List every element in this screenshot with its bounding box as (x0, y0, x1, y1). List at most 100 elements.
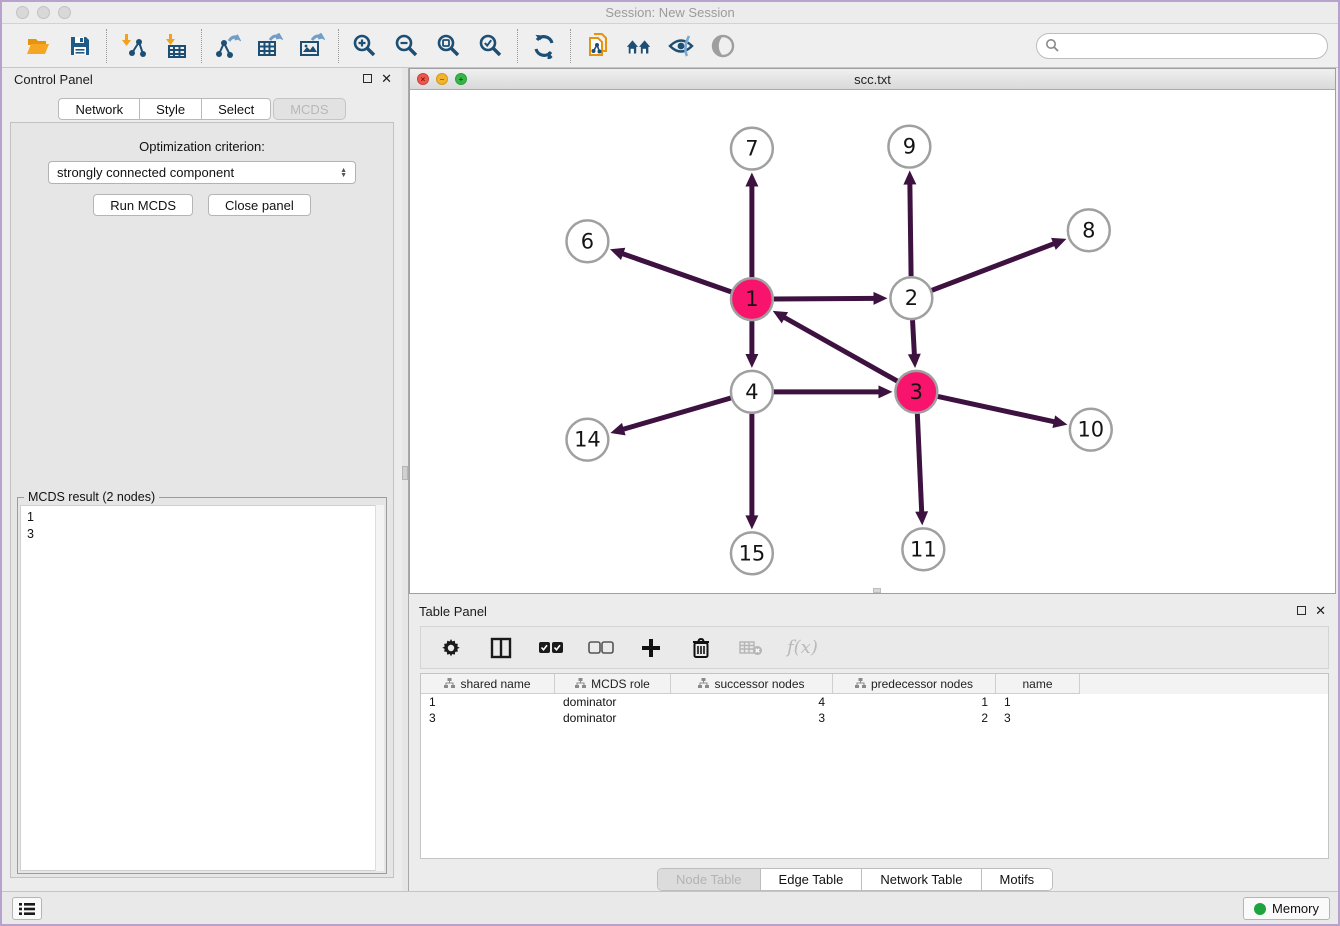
graph-edge-arrow-1-7 (745, 173, 758, 187)
first-neighbors-icon[interactable] (625, 32, 653, 60)
graph-edge-2-3[interactable] (913, 320, 915, 356)
cell-successor-nodes[interactable]: 4 (671, 694, 833, 710)
run-mcds-button[interactable]: Run MCDS (93, 194, 193, 216)
float-table-panel-icon[interactable] (1297, 606, 1306, 615)
hide-graphics-details-icon[interactable] (667, 32, 695, 60)
tab-node-table[interactable]: Node Table (658, 869, 760, 890)
graph-edge-3-10[interactable] (938, 396, 1056, 422)
column-header-label: shared name (460, 677, 530, 691)
graph-edge-4-14[interactable] (622, 398, 731, 430)
cell-predecessor-nodes[interactable]: 2 (833, 710, 996, 726)
graph-node-label-6: 6 (581, 229, 594, 253)
cell-successor-nodes[interactable]: 3 (671, 710, 833, 726)
birds-eye-view-icon[interactable] (709, 32, 737, 60)
export-table-icon[interactable] (256, 32, 284, 60)
mcds-tab-content: Optimization criterion: strongly connect… (10, 122, 394, 878)
close-table-panel-icon[interactable]: ✕ (1315, 606, 1326, 615)
search-input[interactable] (1036, 33, 1328, 59)
graph-edge-1-6[interactable] (621, 253, 731, 292)
zoom-fit-icon[interactable] (435, 32, 463, 60)
column-header-predecessor-nodes[interactable]: predecessor nodes (833, 674, 996, 694)
column-type-icon (575, 678, 586, 689)
graph-edge-2-9[interactable] (910, 183, 911, 277)
network-view-window: × − + scc.txt 7968124314101511 (409, 68, 1336, 594)
column-header-shared-name[interactable]: shared name (421, 674, 555, 694)
zoom-out-icon[interactable] (393, 32, 421, 60)
node-table: shared name MCDS rolesuccessor nodesprede… (420, 673, 1329, 859)
tab-mcds[interactable]: MCDS (273, 98, 345, 120)
column-type-icon (444, 678, 455, 689)
graph-edge-arrow-1-2 (873, 292, 887, 305)
import-network-icon[interactable] (119, 32, 147, 60)
tab-style[interactable]: Style (140, 98, 202, 120)
application-window: Session: New Session (0, 0, 1340, 926)
network-window-titlebar[interactable]: × − + scc.txt (410, 69, 1335, 90)
graph-edge-3-11[interactable] (917, 414, 921, 514)
tab-network-table[interactable]: Network Table (861, 869, 980, 890)
cell-MCDS-role[interactable]: dominator (555, 694, 671, 710)
unselect-all-columns-icon[interactable] (587, 634, 615, 662)
graph-edge-arrow-3-10 (1052, 415, 1067, 428)
close-panel-icon[interactable]: ✕ (381, 74, 392, 83)
column-header-MCDS-role[interactable]: MCDS role (555, 674, 671, 694)
create-column-plus-icon[interactable] (637, 634, 665, 662)
table-header-row: shared name MCDS rolesuccessor nodesprede… (421, 674, 1328, 694)
select-all-columns-icon[interactable] (537, 634, 565, 662)
dropdown-stepper-icon: ▲▼ (340, 168, 347, 178)
memory-status-dot (1254, 903, 1266, 915)
control-panel-title: Control Panel (14, 72, 93, 87)
cell-shared-name[interactable]: 1 (421, 694, 555, 710)
graph-edge-2-8[interactable] (932, 243, 1055, 290)
cell-name[interactable]: 3 (996, 710, 1080, 726)
tab-edge-table[interactable]: Edge Table (760, 869, 862, 890)
graph-node-label-10: 10 (1077, 418, 1104, 442)
export-network-icon[interactable] (214, 32, 242, 60)
zoom-in-icon[interactable] (351, 32, 379, 60)
table-row-1[interactable]: 1dominator411 (421, 694, 1328, 710)
cell-predecessor-nodes[interactable]: 1 (833, 694, 996, 710)
panel-divider[interactable] (402, 68, 409, 891)
save-session-icon[interactable] (66, 32, 94, 60)
tab-select[interactable]: Select (202, 98, 271, 120)
table-row-2[interactable]: 3dominator323 (421, 710, 1328, 726)
tab-motifs[interactable]: Motifs (981, 869, 1053, 890)
graph-node-label-7: 7 (745, 137, 758, 161)
cell-MCDS-role[interactable]: dominator (555, 710, 671, 726)
export-image-icon[interactable] (298, 32, 326, 60)
column-header-successor-nodes[interactable]: successor nodes (671, 674, 833, 694)
titlebar: Session: New Session (2, 2, 1338, 24)
apply-layout-icon[interactable] (530, 32, 558, 60)
duplicate-network-icon[interactable] (583, 32, 611, 60)
float-panel-icon[interactable] (363, 74, 372, 83)
table-toolbar: f(x) (420, 626, 1329, 669)
graph-edge-arrow-2-3 (908, 354, 921, 368)
function-builder-icon[interactable]: f(x) (787, 637, 818, 658)
delete-column-trash-icon[interactable] (687, 634, 715, 662)
optimization-criterion-select[interactable]: strongly connected component ▲▼ (48, 161, 356, 184)
result-scrollbar[interactable] (375, 505, 384, 871)
graph-node-label-4: 4 (745, 380, 758, 404)
memory-button[interactable]: Memory (1243, 897, 1330, 920)
delete-table-icon[interactable] (737, 634, 765, 662)
mcds-result-textarea[interactable]: 1 3 (20, 505, 384, 871)
task-history-button[interactable] (12, 897, 42, 920)
open-file-icon[interactable] (24, 32, 52, 60)
network-canvas[interactable]: 7968124314101511 (410, 90, 1335, 593)
graph-edge-arrow-2-9 (903, 171, 916, 185)
table-settings-gear-icon[interactable] (437, 634, 465, 662)
column-type-icon (855, 678, 866, 689)
memory-button-label: Memory (1272, 901, 1319, 916)
canvas-resize-grip[interactable] (873, 588, 881, 593)
close-panel-button[interactable]: Close panel (208, 194, 311, 216)
zoom-selected-icon[interactable] (477, 32, 505, 60)
graph-edge-1-2[interactable] (774, 298, 876, 299)
split-column-view-icon[interactable] (487, 634, 515, 662)
graph-edge-3-1[interactable] (783, 317, 897, 381)
import-table-icon[interactable] (161, 32, 189, 60)
cell-name[interactable]: 1 (996, 694, 1080, 710)
column-header-name[interactable]: name (996, 674, 1080, 694)
cell-shared-name[interactable]: 3 (421, 710, 555, 726)
divider-grip[interactable] (402, 466, 408, 480)
table-panel: Table Panel ✕ (409, 598, 1336, 891)
tab-network[interactable]: Network (58, 98, 140, 120)
